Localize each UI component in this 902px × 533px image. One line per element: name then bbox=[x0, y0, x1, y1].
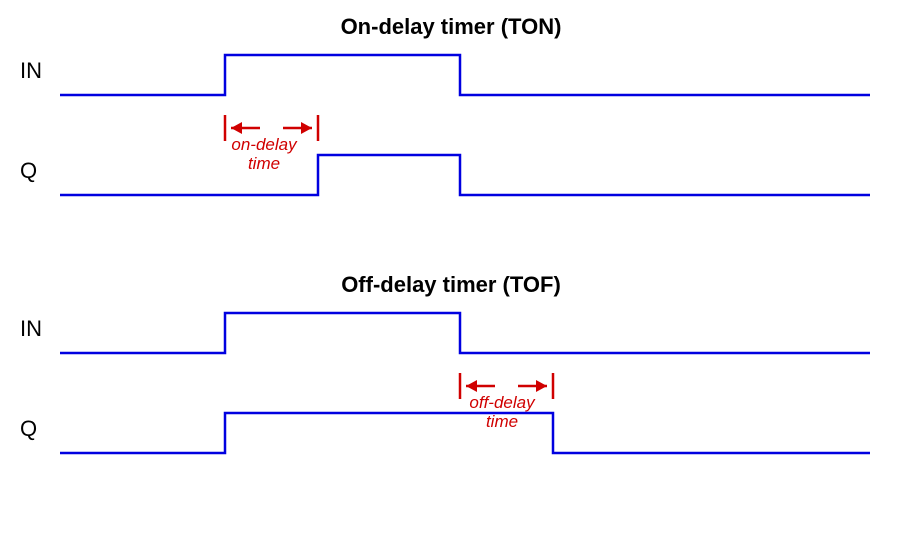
tof-in-waveform bbox=[60, 313, 870, 353]
waveforms-svg bbox=[0, 0, 902, 533]
timing-diagram-canvas: On-delay timer (TON) IN Q Off-delay time… bbox=[0, 0, 902, 533]
ton-delay-marker bbox=[225, 115, 318, 141]
tof-delay-marker bbox=[460, 373, 553, 399]
tof-q-waveform bbox=[60, 413, 870, 453]
ton-in-waveform bbox=[60, 55, 870, 95]
ton-q-waveform bbox=[60, 155, 870, 195]
